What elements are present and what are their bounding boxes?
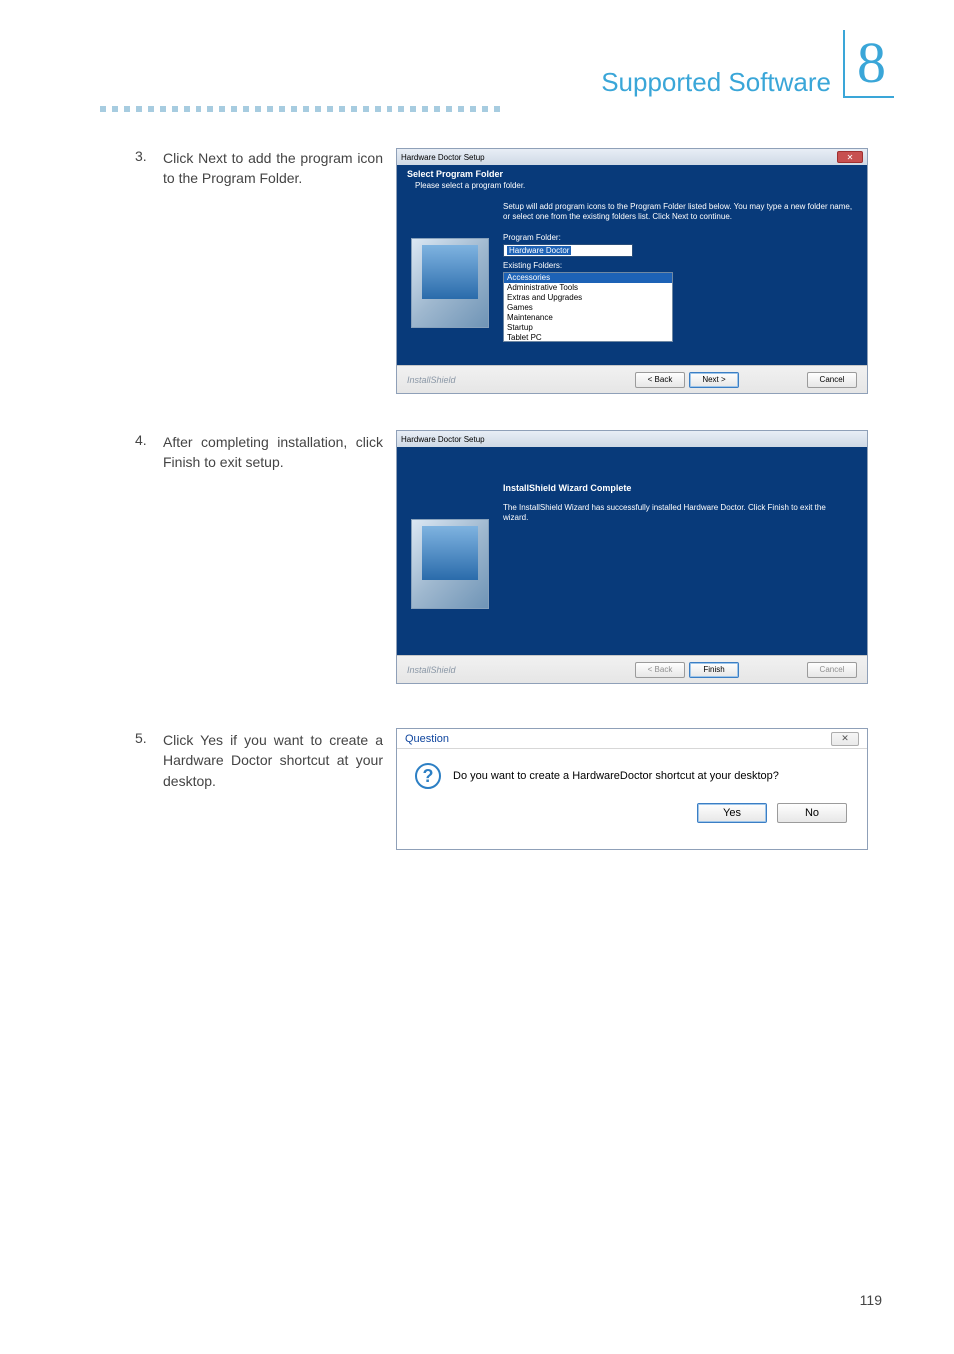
list-item[interactable]: Maintenance — [504, 313, 672, 323]
step-5: 5. Click Yes if you want to create a Har… — [135, 730, 383, 791]
program-folder-label: Program Folder: — [503, 233, 853, 242]
list-item[interactable]: Extras and Upgrades — [504, 293, 672, 303]
step-number: 4. — [135, 432, 163, 448]
list-item[interactable]: Accessories — [504, 273, 672, 283]
step-number: 5. — [135, 730, 163, 746]
dialog-heading: Select Program Folder — [397, 165, 867, 181]
next-button[interactable]: Next > — [689, 372, 739, 388]
list-item[interactable]: Administrative Tools — [504, 283, 672, 293]
dialog-footer: InstallShield < Back Finish Cancel — [397, 655, 867, 683]
monitor-icon — [411, 519, 489, 609]
no-button[interactable]: No — [777, 803, 847, 823]
monitor-icon — [411, 238, 489, 328]
window-title: Hardware Doctor Setup — [401, 153, 485, 162]
dialog-footer: InstallShield < Back Next > Cancel — [397, 365, 867, 393]
cancel-button[interactable]: Cancel — [807, 372, 857, 388]
window-title: Question — [405, 733, 449, 745]
existing-folders-list[interactable]: Accessories Administrative Tools Extras … — [503, 272, 673, 342]
step-text: Click Yes if you want to create a Hardwa… — [163, 730, 383, 791]
list-item[interactable]: Tablet PC — [504, 333, 672, 342]
close-icon[interactable]: ✕ — [837, 151, 863, 163]
list-item[interactable]: Games — [504, 303, 672, 313]
screenshot-question: Question ✕ ? Do you want to create a Har… — [396, 728, 868, 850]
existing-folders-label: Existing Folders: — [503, 261, 853, 270]
installshield-brand: InstallShield — [407, 375, 456, 385]
step-text: Click Next to add the pro­gram icon to t… — [163, 148, 383, 189]
finish-button[interactable]: Finish — [689, 662, 739, 678]
dialog-subheading: Please select a program folder. — [397, 181, 867, 196]
dialog-heading: InstallShield Wizard Complete — [503, 483, 853, 493]
installshield-brand: InstallShield — [407, 665, 456, 675]
yes-button[interactable]: Yes — [697, 803, 767, 823]
question-icon: ? — [415, 763, 441, 789]
chapter-title: Supported Software — [601, 67, 831, 98]
dialog-help: The InstallShield Wizard has successfull… — [503, 503, 853, 524]
screenshot-select-program-folder: Hardware Doctor Setup ✕ Select Program F… — [396, 148, 868, 394]
cancel-button: Cancel — [807, 662, 857, 678]
dotted-rule — [100, 106, 500, 112]
chapter-number-box: 8 — [843, 30, 894, 98]
page-number: 119 — [860, 1292, 882, 1308]
chapter-number: 8 — [857, 34, 886, 92]
chapter-header: Supported Software 8 — [601, 30, 894, 98]
step-number: 3. — [135, 148, 163, 164]
screenshot-wizard-complete: Hardware Doctor Setup InstallShield Wiza… — [396, 430, 868, 684]
step-text: After completing instal­lation, click Fi… — [163, 432, 383, 473]
list-item[interactable]: Startup — [504, 323, 672, 333]
question-text: Do you want to create a HardwareDoctor s… — [453, 770, 779, 782]
back-button[interactable]: < Back — [635, 372, 685, 388]
back-button: < Back — [635, 662, 685, 678]
window-title: Hardware Doctor Setup — [401, 435, 485, 444]
step-4: 4. After completing instal­lation, click… — [135, 432, 383, 473]
close-icon[interactable]: ✕ — [831, 732, 859, 746]
titlebar: Question ✕ — [397, 729, 867, 749]
step-3: 3. Click Next to add the pro­gram icon t… — [135, 148, 383, 189]
titlebar: Hardware Doctor Setup — [397, 431, 867, 447]
dialog-help: Setup will add program icons to the Prog… — [503, 202, 853, 223]
program-folder-input[interactable]: Hardware Doctor — [503, 244, 633, 257]
titlebar: Hardware Doctor Setup ✕ — [397, 149, 867, 165]
